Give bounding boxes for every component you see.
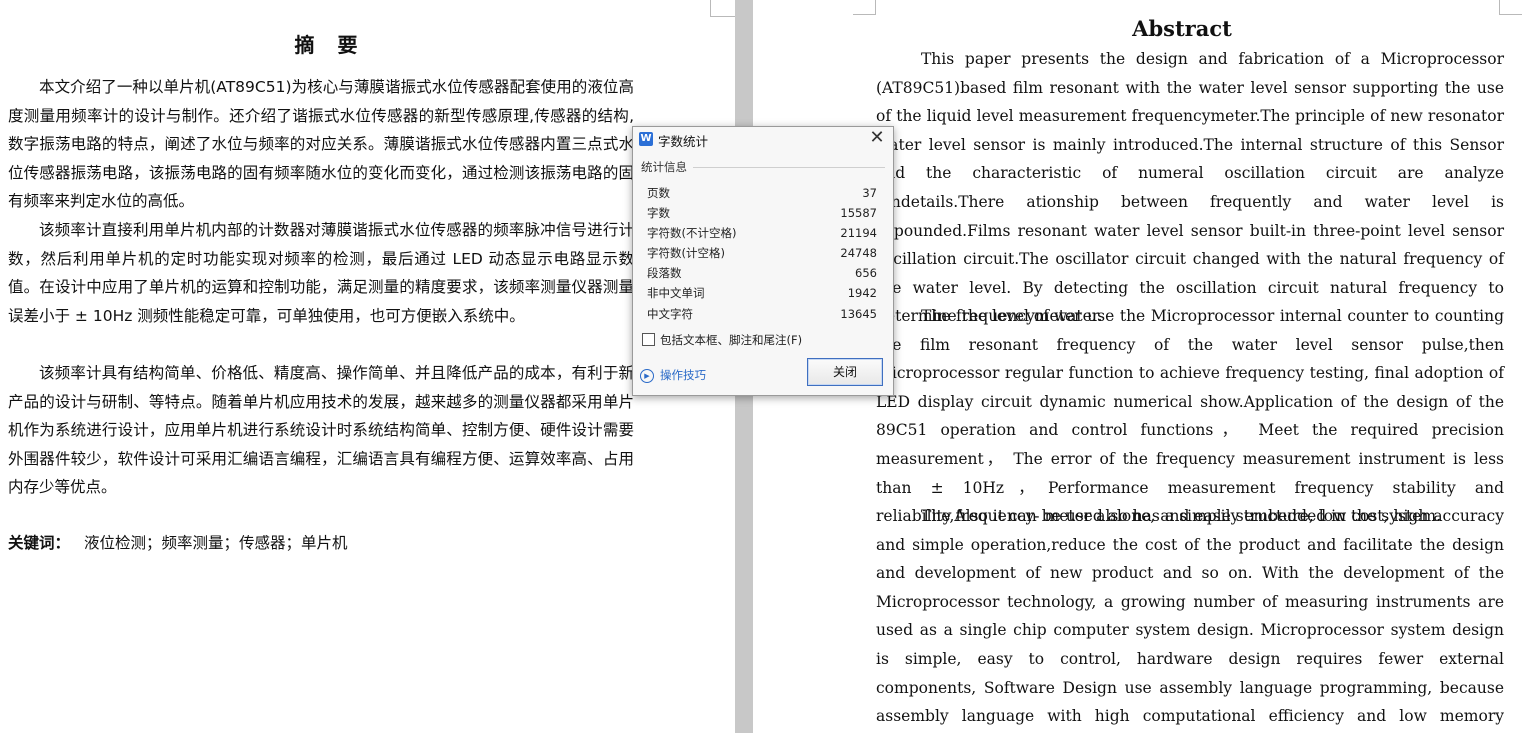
page-corner-mark	[710, 0, 735, 17]
abstract-paragraph-cn: 该频率计具有结构简单、价格低、精度高、操作简单、并且降低产品的成本，有利于新产品…	[8, 364, 634, 497]
stat-label: 字符数(计空格)	[647, 246, 725, 261]
abstract-paragraph-en: The frequencymeter use the Microprocesso…	[876, 307, 1504, 526]
word-app-icon: W	[639, 132, 653, 146]
checkbox-label[interactable]: 包括文本框、脚注和尾注(F)	[660, 332, 802, 348]
stat-row-chinese-chars: 中文字符 13645	[647, 304, 879, 324]
document-page-left: 摘 要 本文介绍了一种以单片机(AT89C51)为核心与薄膜谐振式水位传感器配套…	[0, 0, 735, 733]
statistics-list: 页数 37 字数 15587 字符数(不计空格) 21194 字符数(计空格) 2474…	[647, 183, 879, 324]
stat-row-non-chinese-words: 非中文单词 1942	[647, 283, 879, 303]
close-button[interactable]: 关闭	[807, 358, 883, 386]
keywords-label: 关键词：	[8, 534, 71, 552]
stat-label: 页数	[647, 186, 670, 200]
stat-value: 37	[862, 186, 877, 200]
dialog-title: 字数统计	[658, 134, 709, 149]
group-divider	[693, 167, 885, 168]
stat-value: 24748	[840, 246, 877, 261]
stat-row-paragraphs: 段落数 656	[647, 263, 879, 283]
stat-row-pages: 页数 37	[647, 183, 879, 203]
stat-row-chars-with-spaces: 字符数(计空格) 24748	[647, 243, 879, 263]
stat-value: 21194	[840, 226, 877, 241]
tips-link[interactable]: ▶ 操作技巧	[640, 367, 706, 383]
stat-label: 段落数	[647, 266, 682, 281]
tips-label[interactable]: 操作技巧	[660, 368, 706, 382]
stat-value: 15587	[840, 206, 877, 221]
keywords-text: 液位检测；频率测量；传感器；单片机	[84, 534, 348, 552]
stat-value: 1942	[847, 286, 877, 301]
stat-label: 非中文单词	[647, 286, 705, 301]
page-corner-mark	[1499, 0, 1522, 15]
stat-value: 656	[855, 266, 877, 281]
stat-row-chars-no-spaces: 字符数(不计空格) 21194	[647, 223, 879, 243]
checkbox-box[interactable]	[642, 333, 655, 346]
abstract-title-en: Abstract	[1132, 16, 1232, 41]
stat-label: 中文字符	[647, 306, 693, 321]
statistics-group-label: 统计信息	[641, 160, 687, 174]
abstract-paragraph-cn: 本文介绍了一种以单片机(AT89C51)为核心与薄膜谐振式水位传感器配套使用的液…	[8, 78, 634, 211]
page-corner-mark	[853, 0, 876, 15]
stat-label: 字符数(不计空格)	[647, 226, 737, 241]
stat-value: 13645	[840, 306, 877, 321]
close-icon[interactable]: ✕	[867, 128, 887, 148]
play-icon: ▶	[640, 368, 654, 383]
abstract-paragraph-cn: 该频率计直接利用单片机内部的计数器对薄膜谐振式水位传感器的频率脉冲信号进行计数，…	[8, 221, 634, 325]
keywords-line: 关键词： 液位检测；频率测量；传感器；单片机	[8, 531, 348, 553]
word-count-dialog: W 字数统计 ✕ 统计信息 页数 37 字数 15587 字符数(不计空格) 2119…	[632, 126, 894, 396]
abstract-title-cn: 摘 要	[294, 33, 366, 57]
abstract-paragraph-en: This paper presents the design and fabri…	[876, 50, 1504, 326]
abstract-paragraph-en: The frequency- meter also has a simple s…	[876, 507, 1504, 726]
stat-row-words: 字数 15587	[647, 203, 879, 223]
stat-label: 字数	[647, 206, 670, 221]
